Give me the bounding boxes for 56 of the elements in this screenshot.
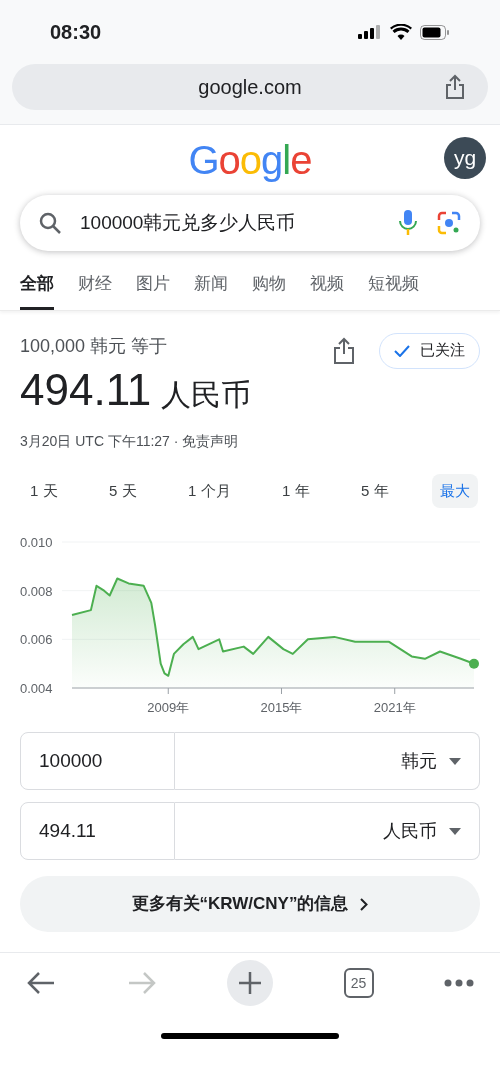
search-tab[interactable]: 短视频 (368, 271, 419, 310)
range-tab[interactable]: 5 年 (353, 473, 397, 508)
more-info-button[interactable]: 更多有关“KRW/CNY”的信息 (20, 876, 480, 932)
amount-field[interactable]: 100000 (20, 732, 175, 790)
battery-icon (420, 24, 450, 40)
disclaimer-link[interactable]: 免责声明 (182, 430, 239, 452)
range-tab[interactable]: 1 天 (22, 473, 66, 508)
back-icon[interactable] (26, 971, 56, 995)
url-text: google.com (198, 75, 302, 100)
x-tick-label: 2021年 (373, 700, 416, 715)
amount-field[interactable]: 494.11 (20, 802, 175, 860)
y-tick-label: 0.006 (20, 632, 53, 648)
signal-icon (358, 25, 382, 39)
chevron-icon (360, 897, 369, 911)
share-icon[interactable] (444, 74, 466, 100)
x-tick-label: 2015年 (260, 700, 303, 715)
plus-icon (238, 971, 262, 995)
search-tab[interactable]: 财经 (78, 271, 112, 310)
range-tab[interactable]: 1 年 (274, 473, 318, 508)
microphone-icon[interactable] (398, 209, 418, 237)
range-tab[interactable]: 1 个月 (180, 473, 239, 508)
currency-select[interactable]: 韩元 (175, 732, 480, 790)
follow-button[interactable]: 已关注 (379, 332, 480, 369)
range-tab[interactable]: 最大 (432, 473, 478, 508)
new-tab-button[interactable] (227, 960, 273, 1006)
search-tab[interactable]: 图片 (136, 271, 170, 310)
google-logo: Google (188, 137, 312, 184)
currency-unit: 人民币 (161, 376, 252, 413)
range-tab[interactable]: 5 天 (101, 473, 145, 508)
camera-icon[interactable] (436, 210, 462, 236)
status-time: 08:30 (50, 20, 102, 45)
search-tab[interactable]: 视频 (310, 271, 344, 310)
tab-count-button[interactable]: 25 (343, 968, 374, 998)
wifi-icon (390, 24, 412, 40)
caret-icon (449, 757, 461, 765)
timestamp: 3月20日 UTC 下午11:27 · (20, 431, 180, 451)
check-icon (394, 344, 410, 357)
caret-icon (449, 827, 461, 835)
address-bar[interactable]: google.com (12, 64, 488, 110)
currency-select[interactable]: 人民币 (175, 802, 480, 860)
avatar[interactable]: yg (444, 137, 486, 179)
converted-amount: 494.11 (20, 363, 152, 416)
search-tab[interactable]: 全部 (20, 271, 54, 310)
search-query: 100000韩元兑多少人民币 (80, 210, 297, 235)
search-icon (38, 211, 62, 235)
y-tick-label: 0.004 (20, 681, 53, 696)
search-field[interactable]: 100000韩元兑多少人民币 (20, 195, 480, 251)
y-tick-label: 0.010 (20, 535, 53, 550)
x-tick-label: 2009年 (147, 700, 190, 715)
search-tab[interactable]: 新闻 (194, 271, 228, 310)
search-tab[interactable]: 购物 (252, 271, 286, 310)
y-tick-label: 0.008 (20, 583, 53, 599)
conversion-source: 100,000 韩元 等于 (20, 334, 169, 358)
more-icon[interactable] (444, 979, 474, 987)
end-point (469, 658, 479, 669)
share-icon[interactable] (333, 336, 355, 365)
